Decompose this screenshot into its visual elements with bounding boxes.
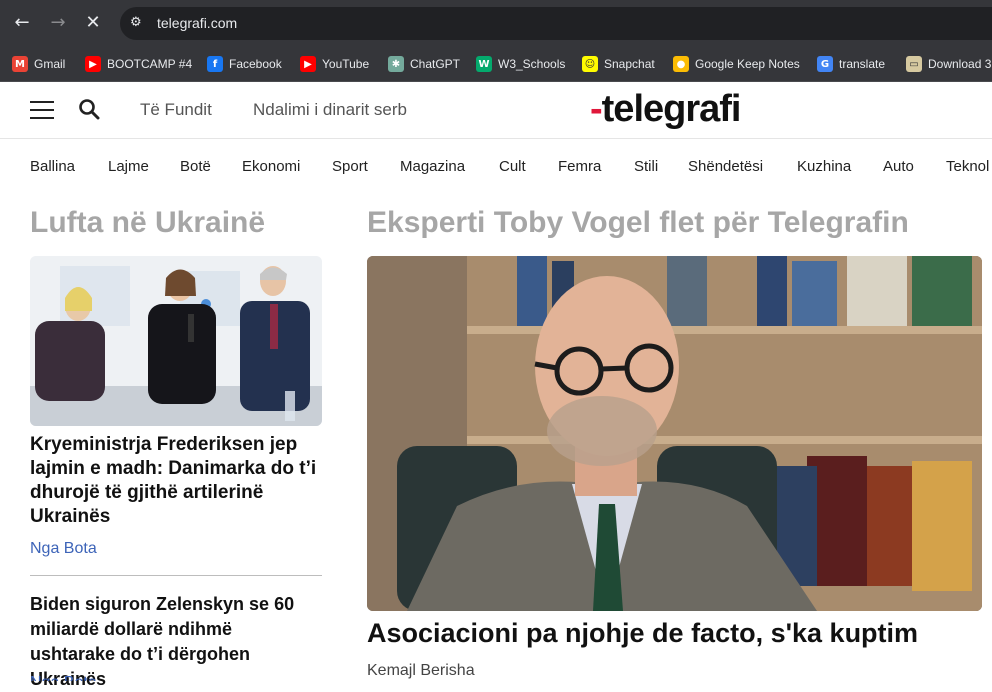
bookmark-item[interactable]: ● Google Keep Notes bbox=[673, 54, 800, 74]
section-title-interview[interactable]: Eksperti Toby Vogel flet për Telegrafin bbox=[367, 206, 909, 240]
bookmark-label: W3_Schools bbox=[498, 57, 566, 71]
menu-icon[interactable] bbox=[30, 101, 54, 119]
site-header: Të Fundit Ndalimi i dinarit serb -telegr… bbox=[0, 82, 992, 139]
bookmark-label: Snapchat bbox=[604, 57, 655, 71]
browser-toolbar: ← → ✕ ⚙ telegrafi.com bbox=[0, 0, 992, 46]
bookmark-item[interactable]: ▶ YouTube bbox=[300, 54, 369, 74]
w3schools-icon: W bbox=[476, 56, 492, 72]
gmail-icon: M bbox=[12, 56, 28, 72]
bookmark-label: YouTube bbox=[322, 57, 370, 71]
chatgpt-icon: ✱ bbox=[388, 56, 404, 72]
bookmark-label: BOOTCAMP #4 bbox=[107, 57, 193, 71]
article-source[interactable]: Nga Bota bbox=[30, 674, 97, 681]
category-cult[interactable]: Cult bbox=[499, 158, 526, 175]
category-lajme[interactable]: Lajme bbox=[108, 158, 149, 175]
download-icon: ▭ bbox=[906, 56, 922, 72]
divider bbox=[30, 575, 322, 576]
back-arrow-icon[interactable]: ← bbox=[10, 11, 34, 35]
bookmark-item[interactable]: ✱ ChatGPT bbox=[388, 54, 460, 74]
stop-loading-icon[interactable]: ✕ bbox=[81, 11, 105, 35]
forward-arrow-icon[interactable]: → bbox=[46, 11, 70, 35]
article-author[interactable]: Kemajl Berisha bbox=[367, 662, 475, 680]
bookmark-label: ChatGPT bbox=[410, 57, 461, 71]
bookmark-item[interactable]: Gtranslate bbox=[817, 54, 885, 74]
article-image-toby-vogel[interactable] bbox=[367, 256, 982, 611]
site-logo[interactable]: -telegrafi bbox=[590, 88, 741, 131]
snapchat-icon: ☺ bbox=[582, 56, 598, 72]
section-title-ukraine[interactable]: Lufta në Ukrainë bbox=[30, 206, 265, 240]
bookmarks-bar: M Gmail ▶ BOOTCAMP #4 f Facebook ▶ YouTube ✱ Chat… bbox=[0, 46, 992, 82]
bookmark-item[interactable]: f Facebook bbox=[207, 54, 282, 74]
article-headline[interactable]: Kryeministrja Frederiksen jep lajmin e m… bbox=[30, 433, 322, 529]
facebook-icon: f bbox=[207, 56, 223, 72]
category-sport[interactable]: Sport bbox=[332, 158, 368, 175]
category-teknologji[interactable]: Teknol bbox=[946, 158, 989, 175]
featured-topic-link[interactable]: Ndalimi i dinarit serb bbox=[253, 100, 407, 120]
latest-news-link[interactable]: Të Fundit bbox=[140, 100, 212, 120]
url-text[interactable]: telegrafi.com bbox=[157, 15, 237, 31]
bookmark-item[interactable]: ▭ Download 3 bbox=[906, 54, 991, 74]
youtube-icon: ▶ bbox=[300, 56, 316, 72]
google-translate-icon: G bbox=[817, 56, 833, 72]
category-nav: Ballina Lajme Botë Ekonomi Sport Magazin… bbox=[0, 139, 992, 195]
category-magazina[interactable]: Magazina bbox=[400, 158, 465, 175]
address-bar[interactable]: ⚙ telegrafi.com bbox=[120, 7, 992, 40]
bookmark-item[interactable]: ☺ Snapchat bbox=[582, 54, 655, 74]
bookmark-label: translate bbox=[839, 57, 886, 71]
category-stili[interactable]: Stili bbox=[634, 158, 658, 175]
category-kuzhina[interactable]: Kuzhina bbox=[797, 158, 851, 175]
google-keep-icon: ● bbox=[673, 56, 689, 72]
youtube-icon: ▶ bbox=[85, 56, 101, 72]
main-article-headline[interactable]: Asociacioni pa njohje de facto, s'ka kup… bbox=[367, 618, 918, 649]
category-bote[interactable]: Botë bbox=[180, 158, 211, 175]
category-shendetesi[interactable]: Shëndetësi bbox=[688, 158, 763, 175]
search-icon[interactable] bbox=[78, 98, 100, 120]
article-source[interactable]: Nga Bota bbox=[30, 540, 97, 558]
category-femra[interactable]: Femra bbox=[558, 158, 601, 175]
bookmark-item[interactable]: ▶ BOOTCAMP #4 bbox=[85, 54, 192, 74]
bookmark-item[interactable]: M Gmail bbox=[12, 54, 65, 74]
category-ballina[interactable]: Ballina bbox=[30, 158, 75, 175]
bookmark-item[interactable]: W W3_Schools bbox=[476, 54, 565, 74]
bookmark-label: Google Keep Notes bbox=[695, 57, 800, 71]
article-image-frederiksen[interactable] bbox=[30, 256, 322, 426]
bookmark-label: Facebook bbox=[229, 57, 282, 71]
bookmark-label: Download 3 bbox=[928, 57, 992, 71]
category-ekonomi[interactable]: Ekonomi bbox=[242, 158, 300, 175]
site-settings-icon[interactable]: ⚙ bbox=[130, 15, 146, 31]
category-auto[interactable]: Auto bbox=[883, 158, 914, 175]
bookmark-label: Gmail bbox=[34, 57, 66, 71]
